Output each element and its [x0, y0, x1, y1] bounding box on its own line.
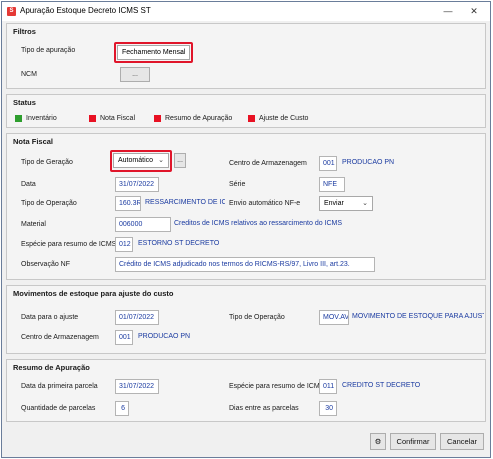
- dias-parcelas-label: Dias entre as parcelas: [229, 405, 299, 412]
- material-label: Material: [21, 221, 46, 228]
- mov-tipo-operacao-label: Tipo de Operação: [229, 314, 285, 321]
- resumo-especie-label: Espécie para resumo de ICMS: [229, 383, 325, 390]
- especie-icms-desc: ESTORNO ST DECRETO: [138, 240, 220, 247]
- cancelar-button[interactable]: Cancelar: [440, 433, 484, 450]
- status-inventario-label: Inventário: [26, 115, 57, 122]
- ncm-lookup-button[interactable]: ...: [120, 67, 150, 82]
- data-ajuste-label: Data para o ajuste: [21, 314, 79, 321]
- settings-button[interactable]: ⚙: [370, 433, 386, 450]
- serie-label: Série: [229, 181, 246, 188]
- minimize-button[interactable]: —: [438, 4, 458, 18]
- data-primeira-parcela-label: Data da primeira parcela: [21, 383, 98, 390]
- tipo-operacao-desc: RESSARCIMENTO DE ICMS I: [145, 199, 225, 206]
- material-desc: Creditos de ICMS relativos ao ressarcime…: [174, 220, 343, 227]
- tipo-geracao-value: Automático: [118, 157, 154, 164]
- status-nota-fiscal-indicator: [89, 115, 96, 122]
- data-ajuste-field[interactable]: 01/07/2022: [115, 310, 159, 325]
- title-bar: S Apuração Estoque Decreto ICMS ST — ✕: [2, 2, 490, 21]
- app-logo-icon: S: [7, 7, 16, 16]
- window-title: Apuração Estoque Decreto ICMS ST: [20, 6, 151, 15]
- centro-armazenagem-desc: PRODUCAO PN: [342, 159, 395, 166]
- data-primeira-parcela-field[interactable]: 31/07/2022: [115, 379, 159, 394]
- mov-centro-label: Centro de Armazenagem: [21, 334, 99, 341]
- status-section: Status Inventário Nota Fiscal Resumo de …: [6, 94, 486, 128]
- especie-icms-code-field[interactable]: 012: [115, 237, 133, 252]
- resumo-especie-code-field[interactable]: 011: [319, 379, 337, 394]
- tipo-apuracao-select[interactable]: Fechamento Mensal ⌄: [117, 45, 190, 60]
- centro-armazenagem-code-field[interactable]: 001: [319, 156, 337, 171]
- mov-centro-code-field[interactable]: 001: [115, 330, 133, 345]
- tipo-geracao-label: Tipo de Geração: [21, 159, 73, 166]
- envio-nfe-select[interactable]: Enviar ⌄: [319, 196, 373, 211]
- movimentos-section: Movimentos de estoque para ajuste do cus…: [6, 285, 486, 354]
- mov-centro-desc: PRODUCAO PN: [138, 333, 191, 340]
- tipo-geracao-lookup-button[interactable]: ...: [174, 153, 186, 168]
- nota-fiscal-section: Nota Fiscal Tipo de Geração Automático ⌄…: [6, 133, 486, 280]
- especie-icms-label: Espécie para resumo de ICMS: [21, 241, 117, 248]
- mov-tipo-operacao-code-field[interactable]: MOV.AV: [319, 310, 349, 325]
- centro-armazenagem-label: Centro de Armazenagem: [229, 160, 307, 167]
- tipo-geracao-select[interactable]: Automático ⌄: [113, 153, 169, 168]
- data-field[interactable]: 31/07/2022: [115, 177, 159, 192]
- resumo-section: Resumo de Apuração Data da primeira parc…: [6, 359, 486, 422]
- status-resumo-indicator: [154, 115, 161, 122]
- resumo-title: Resumo de Apuração: [13, 363, 90, 372]
- qtd-parcelas-label: Quantidade de parcelas: [21, 405, 96, 412]
- status-title: Status: [13, 98, 36, 107]
- chevron-down-icon: ⌄: [158, 157, 164, 164]
- filtros-title: Filtros: [13, 27, 36, 36]
- movimentos-title: Movimentos de estoque para ajuste do cus…: [13, 289, 174, 298]
- dias-parcelas-field[interactable]: 30: [319, 401, 337, 416]
- observacao-nf-label: Observação NF: [21, 261, 71, 268]
- status-ajuste-label: Ajuste de Custo: [259, 115, 309, 122]
- close-button[interactable]: ✕: [464, 4, 484, 18]
- chevron-down-icon: ⌄: [179, 49, 185, 56]
- envio-nfe-label: Envio automático NF-e: [229, 200, 301, 207]
- mov-tipo-operacao-desc: MOVIMENTO DE ESTOQUE PARA AJUSTE CUS: [352, 313, 484, 320]
- material-code-field[interactable]: 006000: [115, 217, 171, 232]
- tipo-apuracao-value: Fechamento Mensal: [122, 49, 186, 56]
- tipo-apuracao-label: Tipo de apuração: [21, 47, 76, 54]
- status-nota-fiscal-label: Nota Fiscal: [100, 115, 136, 122]
- qtd-parcelas-field[interactable]: 6: [115, 401, 129, 416]
- serie-field[interactable]: NFE: [319, 177, 345, 192]
- observacao-nf-field[interactable]: Crédito de ICMS adjudicado nos termos do…: [115, 257, 375, 272]
- confirmar-button[interactable]: Confirmar: [390, 433, 436, 450]
- resumo-especie-desc: CREDITO ST DECRETO: [342, 382, 421, 389]
- status-ajuste-indicator: [248, 115, 255, 122]
- tipo-operacao-code-field[interactable]: 160.3R: [115, 196, 141, 211]
- status-resumo-label: Resumo de Apuração: [165, 115, 233, 122]
- gear-icon: ⚙: [374, 437, 382, 446]
- main-window: S Apuração Estoque Decreto ICMS ST — ✕ F…: [1, 1, 491, 458]
- nota-fiscal-title: Nota Fiscal: [13, 137, 54, 146]
- chevron-down-icon: ⌄: [362, 200, 368, 207]
- envio-nfe-value: Enviar: [324, 200, 344, 207]
- filtros-section: Filtros Tipo de apuração Fechamento Mens…: [6, 23, 486, 89]
- tipo-operacao-label: Tipo de Operação: [21, 200, 77, 207]
- ncm-label: NCM: [21, 71, 37, 78]
- data-label: Data: [21, 181, 36, 188]
- status-inventario-indicator: [15, 115, 22, 122]
